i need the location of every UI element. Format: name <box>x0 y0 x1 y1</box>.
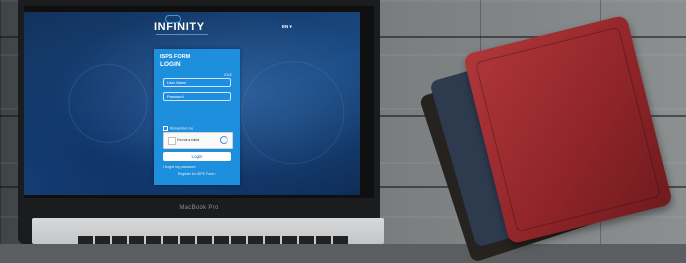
language-selector[interactable]: EN ▾ <box>282 24 292 30</box>
remember-checkbox[interactable] <box>163 126 168 131</box>
recaptcha-checkbox[interactable] <box>168 137 176 145</box>
infinity-logo[interactable]: INFINITY <box>154 15 205 33</box>
register-link[interactable]: Register for ISPS Form › <box>154 172 240 176</box>
idle-link[interactable]: IDLE <box>224 73 232 77</box>
recaptcha-widget: I'm not a robot <box>163 132 233 149</box>
book-stack <box>418 14 674 263</box>
device-label: MacBook Pro <box>179 205 219 211</box>
login-button[interactable]: Login <box>163 152 231 161</box>
app-screen: INFINITY EN ▾ ISPS FORM LOGIN IDLE User … <box>24 12 360 195</box>
recaptcha-icon <box>220 136 228 144</box>
logo-text: INFINITY <box>154 21 205 33</box>
recaptcha-label: I'm not a robot <box>177 138 200 142</box>
login-card: ISPS FORM LOGIN IDLE User Name Password … <box>154 49 240 185</box>
forgot-password-link[interactable]: I forgot my password <box>163 165 195 169</box>
username-input[interactable]: User Name <box>163 78 231 87</box>
remember-label: Remember me <box>170 126 194 131</box>
remember-me[interactable]: Remember me <box>163 126 193 131</box>
infinity-icon <box>165 15 181 23</box>
logo-underline <box>156 34 208 35</box>
form-title: LOGIN <box>160 61 181 68</box>
keyboard <box>78 236 348 244</box>
form-subtitle: ISPS FORM <box>160 54 191 60</box>
password-input[interactable]: Password <box>163 92 231 101</box>
